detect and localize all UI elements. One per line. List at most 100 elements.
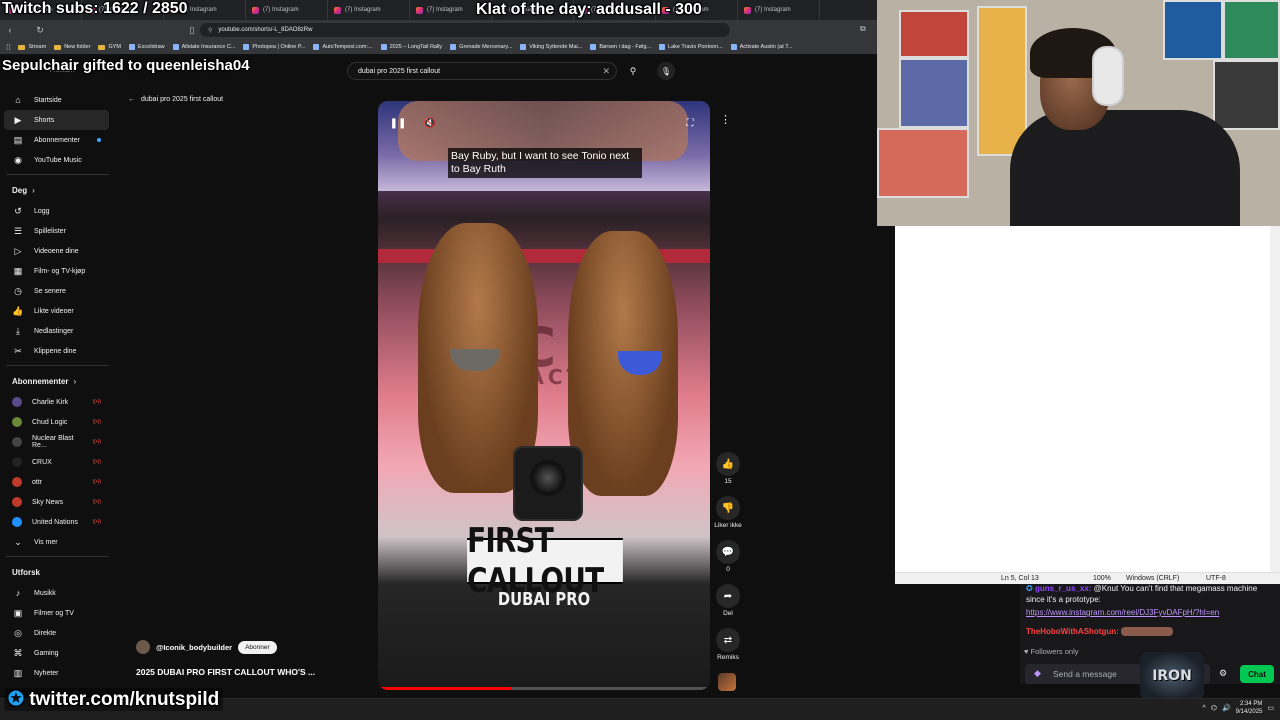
chat-username[interactable]: guns_r_us_xx: [1035, 584, 1091, 593]
bookmark-label: 2025 – LongTail Rally [389, 44, 443, 50]
sidebar-section-you[interactable]: Deg › [0, 179, 115, 201]
sidebar-item[interactable]: ♪ Musikk [0, 583, 115, 603]
back-icon[interactable]: ‹ [4, 25, 16, 35]
bookmark-item[interactable]: GYM [98, 44, 121, 50]
sidebar-item[interactable]: ▦ Film- og TV-kjøp [0, 261, 115, 281]
sidebar-subscription[interactable]: United Nations ((•)) [0, 512, 115, 532]
network-icon[interactable]: ⌬ [1211, 704, 1217, 712]
sidebar-item[interactable]: ◎ Direkte [0, 623, 115, 643]
sidebar-item[interactable]: ↺ Logg [0, 201, 115, 221]
live-indicator-icon: ((•)) [92, 439, 101, 445]
history-icon: ↺ [14, 205, 22, 216]
sidebar-section-subscriptions[interactable]: Abonnementer › [0, 370, 115, 392]
bookmark-item[interactable]: Lake Travis Pontoon... [659, 44, 723, 50]
video-progress-bar[interactable] [378, 687, 710, 690]
video-title[interactable]: 2025 DUBAI PRO FIRST CALLOUT WHO'S ... [136, 667, 315, 677]
sidebar-item[interactable]: ▥ Nyheter [0, 663, 115, 683]
apps-icon[interactable]: ⁞⁞ [6, 43, 10, 52]
search-icon[interactable]: ⚲ [620, 62, 646, 80]
sidebar-subscription[interactable]: Charlie Kirk ((•)) [0, 392, 115, 412]
channel-name[interactable]: @Iconik_bodybuilder [156, 643, 232, 652]
bits-icon[interactable]: ◆ [1034, 668, 1041, 679]
bookmark-item[interactable]: Stream [18, 44, 46, 50]
notepad-text-area[interactable] [895, 226, 1270, 572]
bookmark-item[interactable]: Viking Syttende Mai... [520, 44, 582, 50]
sidebar-item[interactable]: ▤ Abonnementer [0, 130, 115, 150]
bookmark-item[interactable]: AutoTempest.com:... [313, 44, 373, 50]
address-bar[interactable]: ⚲ youtube.com/shorts/-L_8DAO8zRw [200, 23, 730, 37]
sidebar-subscription[interactable]: Chud Logic ((•)) [0, 412, 115, 432]
pause-icon[interactable]: ❚❚ [390, 115, 407, 131]
browser-tab[interactable]: (7) Instagram [328, 0, 410, 20]
sidebar-item[interactable]: ◷ Se senere [0, 281, 115, 301]
bookmark-item[interactable]: Photopea | Online P... [243, 44, 305, 50]
dislike-button[interactable]: 👎 Liker ikke [714, 496, 742, 529]
bookmark-item[interactable]: Allstate Insurance C... [172, 44, 235, 50]
breadcrumb[interactable]: ← dubai pro 2025 first callout [128, 96, 223, 103]
live-indicator-icon: ((•)) [92, 499, 101, 505]
like-button[interactable]: 👍 15 [716, 452, 740, 485]
chat-username[interactable]: TheHoboWithAShotgun: [1026, 627, 1119, 636]
sidebar-item[interactable]: ⌘ Gaming [0, 643, 115, 663]
extensions-icon[interactable]: ⧉ [860, 24, 866, 34]
chevron-down-icon: ⌄ [14, 536, 22, 547]
sidebar-item[interactable]: ◉ YouTube Music [0, 150, 115, 170]
sidebar-item[interactable]: ☰ Spillelister [0, 221, 115, 241]
notification-icon[interactable]: ▭ [1267, 704, 1274, 712]
sidebar-item[interactable]: ⌂ Startside [0, 90, 115, 110]
sidebar-subscription[interactable]: Nuclear Blast Re... ((•)) [0, 432, 115, 452]
notepad-scrollbar[interactable] [1270, 226, 1280, 572]
sidebar-item[interactable]: ✂ Klippene dine [0, 341, 115, 361]
search-input[interactable]: dubai pro 2025 first callout ✕ [347, 62, 617, 80]
bookmark-item[interactable]: Excelidraw [129, 44, 165, 50]
bookmark-item[interactable]: Grenade Mercenary... [450, 44, 512, 50]
bookmark-item[interactable]: 2025 – LongTail Rally [380, 44, 443, 50]
bookmark-item[interactable]: Activate Austin (at T... [730, 44, 793, 50]
chevron-up-icon[interactable]: ^ [1203, 705, 1206, 712]
followers-only-mode: ♥ Followers only [1024, 647, 1079, 656]
poster [977, 6, 1027, 156]
chevron-right-icon: › [32, 185, 35, 195]
shorts-video-player[interactable]: EXCEN THE FACTORY Bay Ruby, but I want t… [378, 101, 710, 690]
sidebar-item[interactable]: ⤓ Nedlastinger [0, 321, 115, 341]
chat-send-button[interactable]: Chat [1240, 665, 1274, 683]
subscribe-button[interactable]: Abonner [238, 640, 277, 654]
channel-avatar[interactable] [136, 640, 150, 654]
clock-icon: ◷ [14, 285, 22, 296]
gear-icon[interactable]: ⚙ [1219, 668, 1227, 679]
microphone-icon[interactable]: 🎙 [657, 62, 675, 80]
movies-icon: ▦ [13, 265, 23, 276]
sidebar-item[interactable]: ▶ Shorts [4, 110, 109, 130]
fullscreen-icon[interactable]: ⛶ [682, 115, 698, 131]
browser-tab[interactable]: (7) Instagram [738, 0, 820, 20]
clear-search-icon[interactable]: ✕ [602, 66, 610, 77]
chat-badge-icon: ✪ [1026, 584, 1033, 593]
browser-tab[interactable]: (7) Instagram [246, 0, 328, 20]
sidebar-item-label: United Nations [32, 518, 78, 526]
url-text: youtube.com/shorts/-L_8DAO8zRw [218, 27, 313, 33]
audio-thumbnail[interactable] [718, 673, 736, 691]
remix-button[interactable]: ⇄ Remiks [716, 628, 740, 661]
arrow-left-icon[interactable]: ← [128, 96, 135, 103]
site-info-icon[interactable]: ⚲ [208, 27, 212, 34]
bookmark-item[interactable]: New folder [54, 44, 90, 50]
sidebar-subscription[interactable]: CRUX ((•)) [0, 452, 115, 472]
chat-emote [1121, 627, 1174, 637]
bookmark-item[interactable]: Børsen i dag - Følg... [590, 44, 651, 50]
bookmark-icon[interactable]: ▯ [186, 25, 198, 36]
chat-link[interactable]: https://www.instagram.com/reel/DJ3FyvDAF… [1026, 607, 1219, 618]
reload-icon[interactable]: ↻ [34, 25, 46, 36]
comments-button[interactable]: 💬 0 [716, 540, 740, 573]
clock[interactable]: 2:34 PM 9/14/2025 [1236, 700, 1263, 716]
sidebar-item[interactable]: ▣ Filmer og TV [0, 603, 115, 623]
sidebar-subscription[interactable]: Sky News ((•)) [0, 492, 115, 512]
thumbs-down-icon: 👎 [716, 496, 740, 520]
sidebar-item[interactable]: ▷ Videoene dine [0, 241, 115, 261]
more-options-icon[interactable]: ⋮ [720, 113, 731, 126]
sidebar-item[interactable]: 👍 Likte videoer [0, 301, 115, 321]
sidebar-subscription[interactable]: ottr ((•)) [0, 472, 115, 492]
share-button[interactable]: ➦ Del [716, 584, 740, 617]
volume-icon[interactable]: 🔊 [1222, 704, 1231, 712]
mute-icon[interactable]: 🔇 [422, 115, 438, 131]
show-more-button[interactable]: ⌄ Vis mer [0, 532, 115, 552]
